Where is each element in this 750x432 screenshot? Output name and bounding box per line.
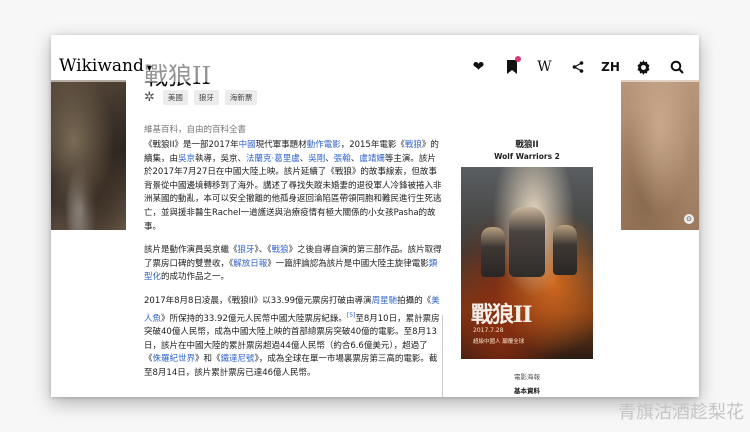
top-bar: Wikiwand ▾ ❤ W ZH: [51, 50, 699, 82]
article-link[interactable]: 狼牙: [238, 245, 255, 255]
article-link[interactable]: 鐵達尼號: [221, 354, 255, 364]
toolbar: ❤ W ZH: [462, 56, 693, 78]
language-button[interactable]: ZH: [594, 56, 627, 78]
article-link[interactable]: 盧靖姍: [359, 154, 385, 164]
wikiwand-logo[interactable]: Wikiwand ▾: [59, 56, 152, 76]
chevron-down-icon[interactable]: ▾: [147, 63, 152, 74]
movie-poster[interactable]: 戰狼II 2017.7.28 超級中國人 顛覆全球: [461, 167, 593, 359]
notification-badge: [515, 56, 521, 62]
poster-title: 戰狼II: [471, 302, 533, 328]
article-subtitle: 維基百科，自由的百科全書: [144, 125, 247, 135]
article-body: 《戰狼II》是一部2017年中國現代軍事題材動作電影，2015年電影《戰狼》的續…: [144, 139, 444, 390]
article-text: 》一篇評論認為該片是中國大陸主旋律電影: [267, 258, 429, 269]
photo-info-icon[interactable]: ⊙: [684, 214, 694, 224]
divider: [442, 315, 443, 397]
gear-icon[interactable]: [627, 56, 660, 78]
poster-caption: 電影海報: [514, 373, 540, 381]
article-link[interactable]: 吳剛: [308, 154, 325, 164]
language-chip[interactable]: 美國: [162, 90, 188, 105]
article-text: 》和《: [195, 354, 221, 365]
article-link[interactable]: 周星馳: [372, 296, 398, 306]
article-link[interactable]: 中國: [239, 140, 256, 150]
article-text: 2017年8月8日凌晨，《戰狼II》以33.99億元票房打破由導演: [144, 295, 372, 306]
article-text: 《戰狼II》是一部2017年: [144, 140, 239, 150]
watermark: 青旗沽酒趁梨花: [618, 402, 744, 423]
translate-icon[interactable]: ✲: [144, 90, 155, 105]
wikipedia-button[interactable]: W: [528, 56, 561, 78]
search-icon[interactable]: [660, 56, 693, 78]
article-text: 》所保持的33.92億元人民幣中國大陸票房紀錄。: [161, 313, 347, 324]
article-link[interactable]: 動作電影: [307, 140, 341, 150]
poster-figure: [553, 225, 577, 275]
article-text: 》、《: [254, 245, 272, 256]
article-link[interactable]: 解放日報: [233, 259, 267, 269]
article-text: 執導，吳京、: [195, 153, 247, 164]
browser-window: ⊙ 戰狼II Wikiwand▾ ❤ W ZH ✲ 美國 狼牙 海新: [51, 35, 699, 397]
article-link[interactable]: 戰狼: [272, 245, 289, 255]
article-text: 的成功作品之一。: [161, 272, 230, 283]
article-link[interactable]: 法蘭克·葛里盧: [246, 154, 300, 164]
heart-icon[interactable]: ❤: [462, 56, 495, 78]
language-chips: ✲ 美國 狼牙 海新票: [144, 90, 258, 105]
infobox-section-header: 基本資料: [514, 387, 540, 395]
infobox: 戰狼II Wolf Warriors 2 戰狼II 2017.7.28 超級中國…: [447, 135, 607, 397]
poster-tagline: 超級中國人 顛覆全球: [473, 339, 525, 345]
share-icon[interactable]: [561, 56, 594, 78]
article-link[interactable]: 侏羅紀世界: [153, 354, 196, 364]
decorative-photo-right: ⊙: [621, 80, 699, 230]
article-text: 、: [299, 153, 309, 164]
logo-text: Wikiwand: [59, 56, 144, 76]
article-text: 現代軍事題材: [255, 140, 307, 150]
infobox-title: 戰狼II: [515, 140, 539, 150]
article-text: 、: [325, 153, 334, 164]
article-paragraph: 該片是動作演員吳京繼《狼牙》、《戰狼》之後自導自演的第三部作品。該片取得了票房口…: [144, 244, 444, 285]
article-link[interactable]: 戰狼: [405, 140, 422, 150]
bookmark-icon[interactable]: [495, 56, 528, 78]
poster-figure: [481, 227, 505, 277]
article-text: 拍攝的《: [397, 295, 432, 306]
article-link[interactable]: 吳京: [178, 154, 195, 164]
poster-date: 2017.7.28: [473, 327, 504, 334]
article-text: 該片是動作演員吳京繼《: [144, 245, 238, 256]
poster-figure: [509, 207, 545, 277]
decorative-photo-left: [51, 80, 126, 230]
language-chip[interactable]: 海新票: [224, 90, 258, 105]
language-chip[interactable]: 狼牙: [193, 90, 219, 105]
infobox-subtitle: Wolf Warriors 2: [494, 152, 560, 161]
article-link[interactable]: 張翰: [334, 154, 351, 164]
article-paragraph: 2017年8月8日凌晨，《戰狼II》以33.99億元票房打破由導演周星馳拍攝的《…: [144, 295, 444, 380]
article-text: ，2015年電影《: [340, 140, 405, 150]
article-paragraph: 《戰狼II》是一部2017年中國現代軍事題材動作電影，2015年電影《戰狼》的續…: [144, 139, 444, 234]
article-text: 等主演。該片於2017年7月27日在中國大陸上映。該片延續了《戰狼》的故事線索，…: [144, 153, 442, 232]
